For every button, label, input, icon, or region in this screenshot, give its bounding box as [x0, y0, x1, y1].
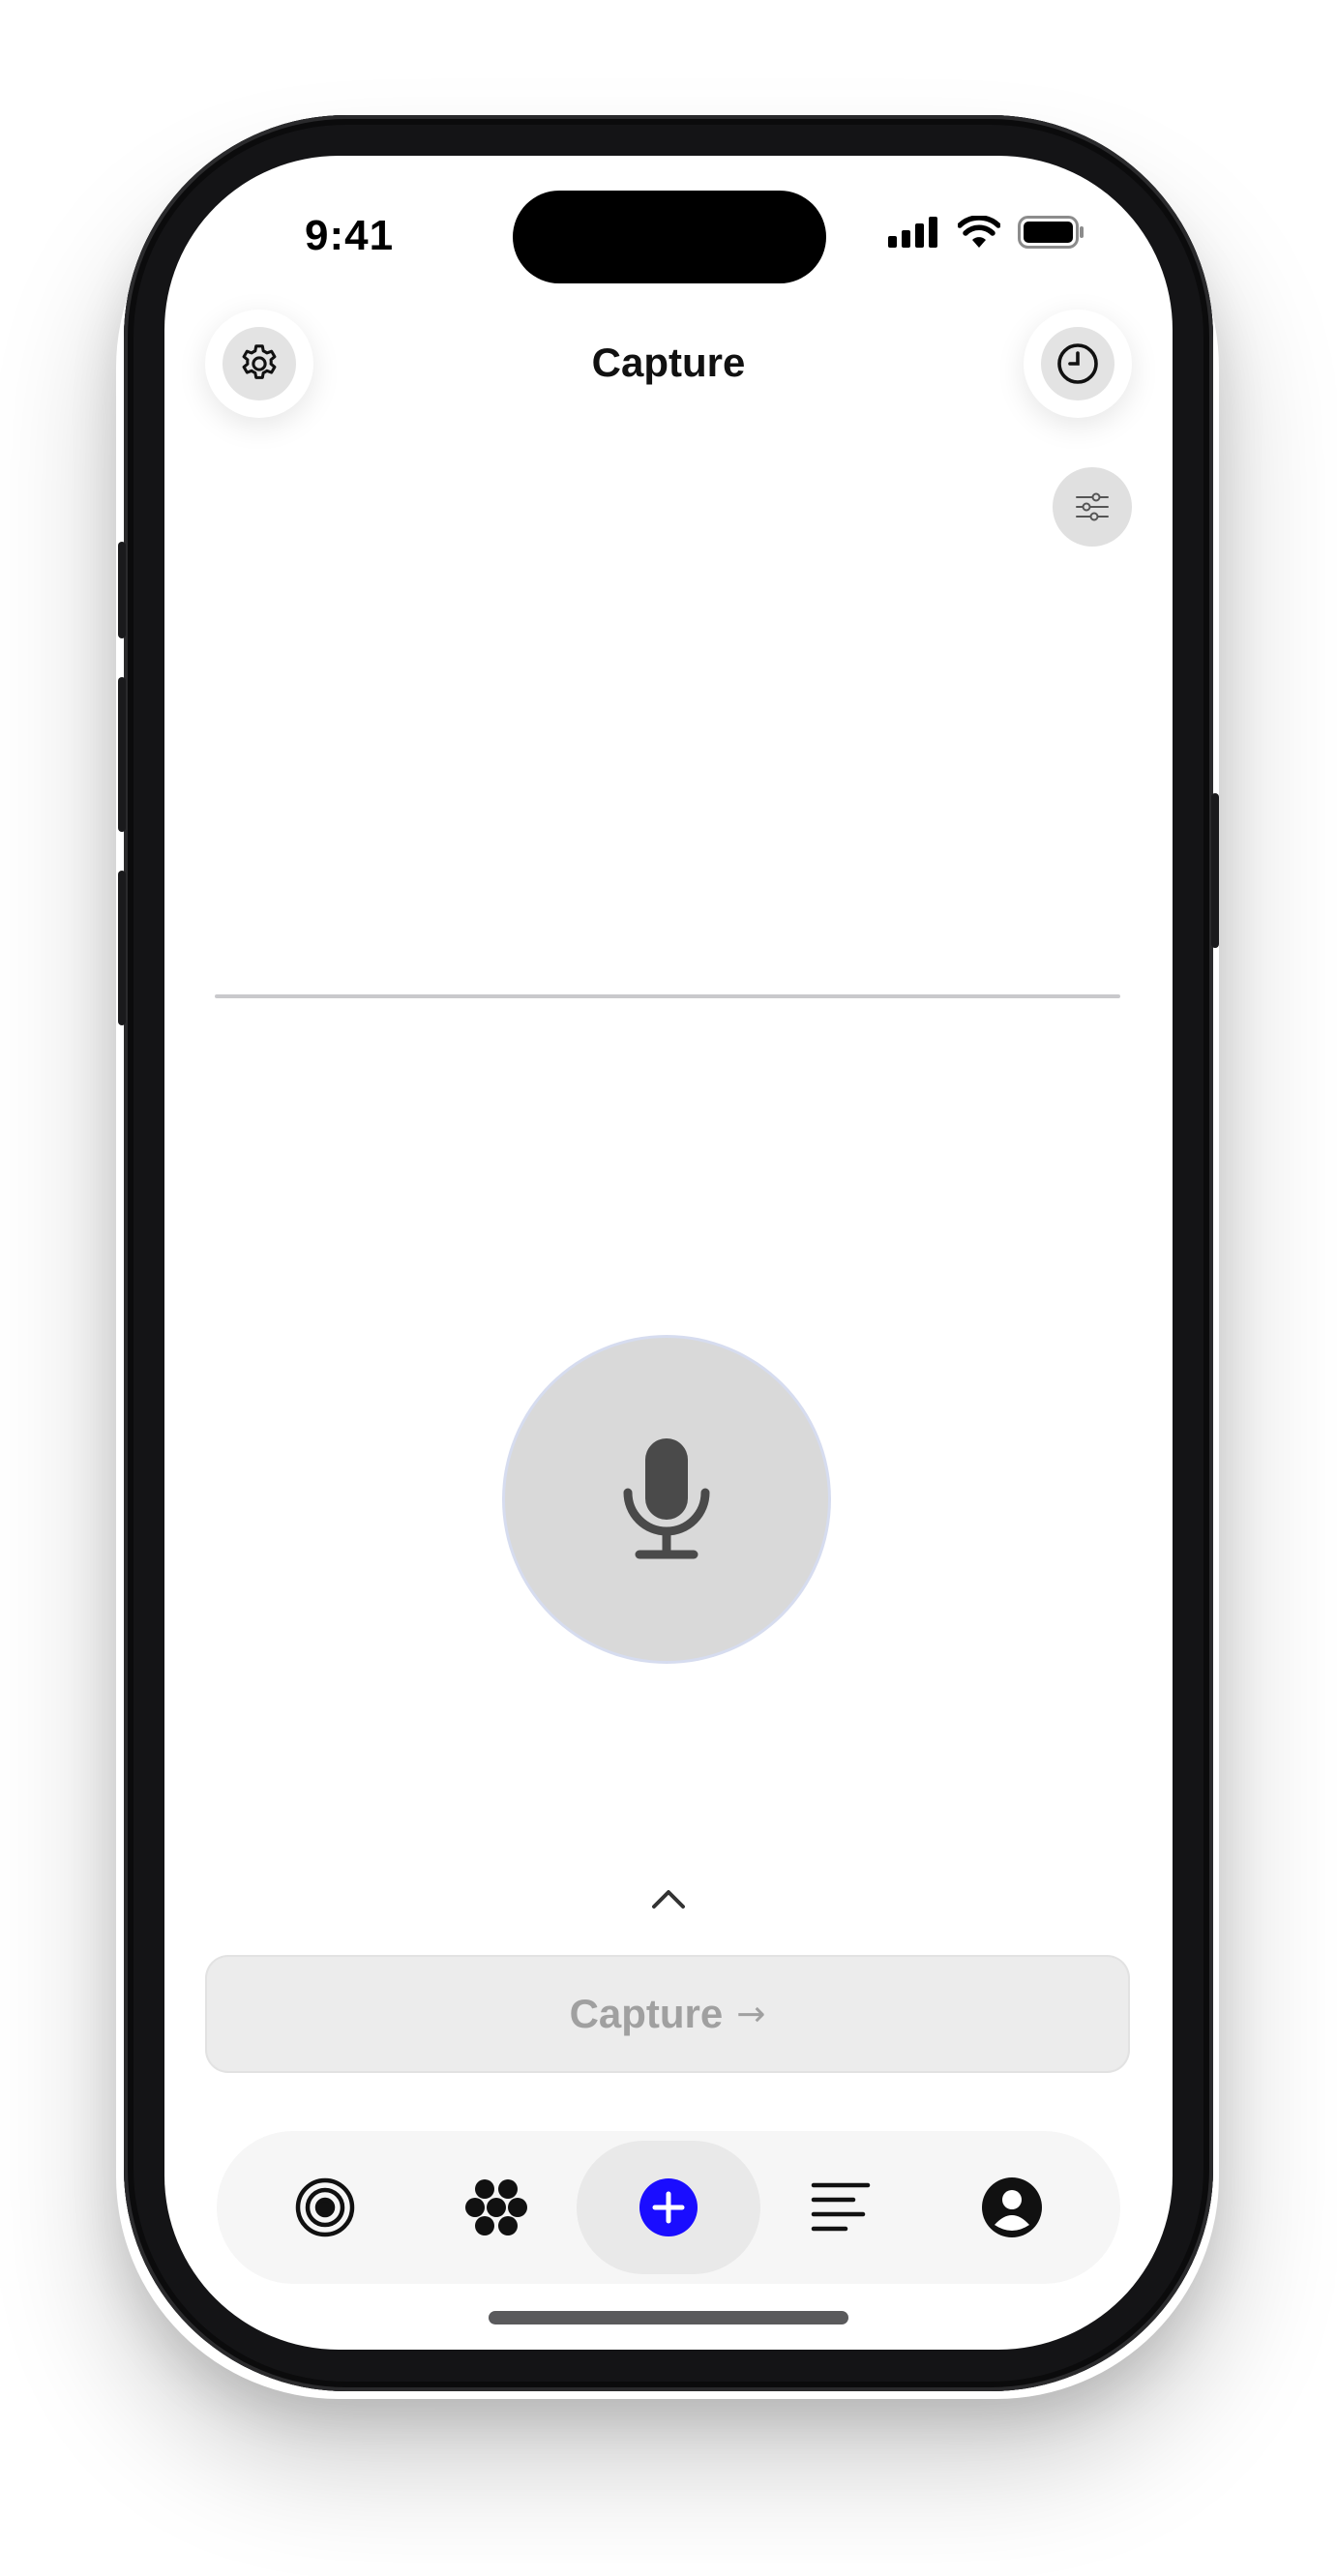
- status-time: 9:41: [305, 212, 395, 259]
- sliders-icon: [1076, 492, 1109, 521]
- tab-add-highlight: [577, 2141, 760, 2274]
- microphone-icon: [623, 1438, 710, 1559]
- arrow-right-icon: →: [736, 1994, 766, 2034]
- plus-circle-icon: [639, 2178, 698, 2236]
- target-icon: [295, 2177, 355, 2237]
- power-button: [1211, 793, 1219, 948]
- chevron-up-icon[interactable]: [644, 1883, 693, 1912]
- screenshot-stage: 9:41 Capture Capture →: [0, 0, 1337, 2576]
- silent-switch: [118, 542, 126, 638]
- tab-list[interactable]: [749, 2131, 933, 2284]
- filter-button[interactable]: [1053, 467, 1132, 547]
- tab-bar: [217, 2131, 1120, 2284]
- person-circle-icon: [982, 2177, 1042, 2237]
- home-indicator[interactable]: [489, 2311, 848, 2324]
- text-lines-icon: [811, 2182, 871, 2232]
- tab-add[interactable]: [577, 2131, 760, 2284]
- volume-up-button: [118, 677, 126, 832]
- capture-button[interactable]: Capture →: [205, 1955, 1130, 2073]
- status-icons: [888, 216, 1085, 249]
- section-divider: [215, 994, 1120, 998]
- tab-target[interactable]: [233, 2131, 417, 2284]
- volume-down-button: [118, 871, 126, 1025]
- dynamic-island: [513, 191, 826, 283]
- cellular-signal-icon: [888, 217, 937, 248]
- tab-profile[interactable]: [920, 2131, 1104, 2284]
- clock-icon: [1057, 343, 1098, 384]
- cluster-dots-icon: [465, 2179, 527, 2235]
- record-button[interactable]: [505, 1338, 828, 1661]
- app-screen: 9:41 Capture Capture →: [164, 156, 1173, 2350]
- page-title: Capture: [591, 340, 746, 385]
- capture-button-label: Capture: [569, 1991, 724, 2036]
- battery-icon: [1018, 216, 1084, 249]
- tab-cluster[interactable]: [404, 2131, 588, 2284]
- history-button[interactable]: [1024, 310, 1132, 418]
- wifi-icon: [958, 216, 1000, 248]
- history-button-inner: [1041, 327, 1114, 400]
